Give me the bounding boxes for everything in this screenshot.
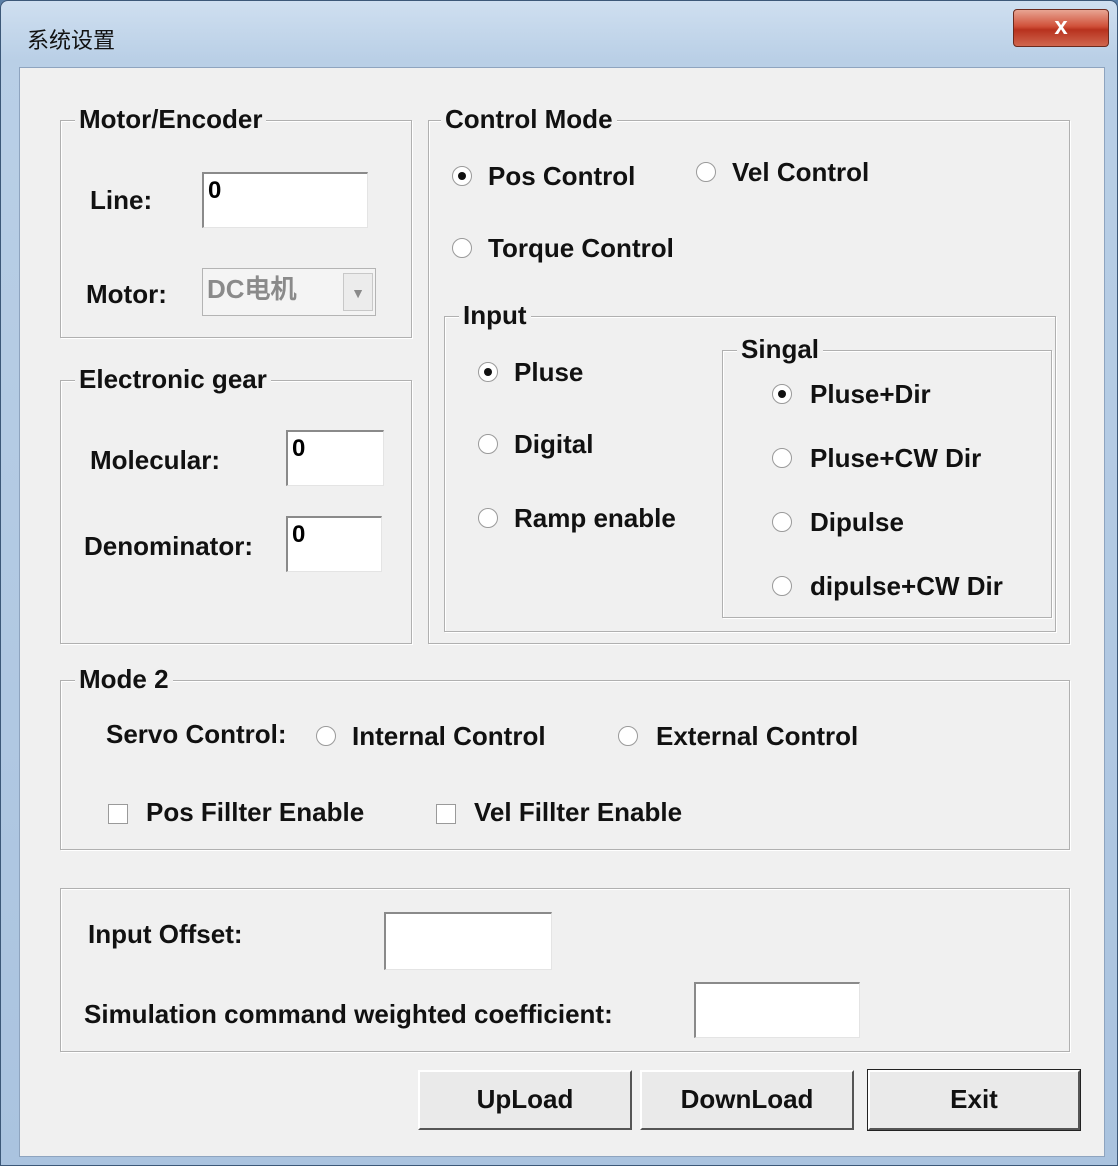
download-button[interactable]: DownLoad: [640, 1070, 854, 1130]
line-input[interactable]: 0: [202, 172, 368, 228]
sim-coefficient-input[interactable]: [694, 982, 860, 1038]
dipulse-cw-dir-radio[interactable]: [772, 576, 792, 596]
close-icon: x: [1054, 13, 1068, 40]
electronic-gear-group: Electronic gear: [60, 363, 412, 644]
vel-filter-label[interactable]: Vel Fillter Enable: [474, 796, 682, 828]
motor-dropdown-button[interactable]: ▼: [343, 273, 373, 311]
pos-filter-checkbox[interactable]: [108, 804, 128, 824]
dipulse-cw-dir-label[interactable]: dipulse+CW Dir: [810, 570, 1003, 602]
pos-control-label[interactable]: Pos Control: [488, 160, 635, 192]
ramp-enable-radio[interactable]: [478, 508, 498, 528]
mode2-legend: Mode 2: [75, 663, 173, 695]
input-offset-input[interactable]: [384, 912, 552, 970]
ramp-enable-label[interactable]: Ramp enable: [514, 502, 676, 534]
torque-control-radio[interactable]: [452, 238, 472, 258]
external-control-label[interactable]: External Control: [656, 720, 858, 752]
electronic-gear-legend: Electronic gear: [75, 363, 271, 395]
dialog-client-area: Motor/Encoder Line: 0 Motor: DC电机 ▼ Elec…: [19, 67, 1105, 1157]
molecular-label: Molecular:: [90, 445, 221, 475]
vel-filter-checkbox[interactable]: [436, 804, 456, 824]
dipulse-label[interactable]: Dipulse: [810, 506, 904, 538]
digital-radio[interactable]: [478, 434, 498, 454]
vel-control-radio[interactable]: [696, 162, 716, 182]
pos-control-radio[interactable]: [452, 166, 472, 186]
torque-control-label[interactable]: Torque Control: [488, 232, 674, 264]
motor-encoder-legend: Motor/Encoder: [75, 103, 267, 135]
signal-legend: Singal: [737, 333, 824, 365]
title-bar[interactable]: 系统设置 x: [1, 1, 1117, 65]
input-legend: Input: [459, 299, 531, 331]
input-offset-label: Input Offset:: [88, 919, 243, 949]
pluse-dir-radio[interactable]: [772, 384, 792, 404]
digital-label[interactable]: Digital: [514, 428, 593, 460]
dipulse-radio[interactable]: [772, 512, 792, 532]
servo-control-label: Servo Control:: [106, 719, 287, 749]
control-mode-legend: Control Mode: [441, 103, 617, 135]
upload-button[interactable]: UpLoad: [418, 1070, 632, 1130]
motor-select-value: DC电机: [207, 274, 297, 304]
pluse-label[interactable]: Pluse: [514, 356, 583, 388]
internal-control-label[interactable]: Internal Control: [352, 720, 546, 752]
sim-coefficient-label: Simulation command weighted coefficient:: [84, 999, 613, 1029]
pluse-cw-dir-label[interactable]: Pluse+CW Dir: [810, 442, 981, 474]
denominator-label: Denominator:: [84, 531, 253, 561]
motor-label: Motor:: [86, 279, 167, 309]
system-settings-window: 系统设置 x Motor/Encoder Line: 0 Motor: DC电机…: [0, 0, 1118, 1166]
line-label: Line:: [90, 185, 153, 215]
vel-control-label[interactable]: Vel Control: [732, 156, 869, 188]
exit-button[interactable]: Exit: [867, 1069, 1081, 1131]
pos-filter-label[interactable]: Pos Fillter Enable: [146, 796, 364, 828]
pluse-radio[interactable]: [478, 362, 498, 382]
pluse-cw-dir-radio[interactable]: [772, 448, 792, 468]
close-button[interactable]: x: [1013, 9, 1109, 47]
internal-control-radio[interactable]: [316, 726, 336, 746]
chevron-down-icon: ▼: [351, 285, 365, 301]
window-title: 系统设置: [27, 28, 116, 53]
denominator-input[interactable]: 0: [286, 516, 382, 572]
molecular-input[interactable]: 0: [286, 430, 384, 486]
pluse-dir-label[interactable]: Pluse+Dir: [810, 378, 931, 410]
motor-select[interactable]: DC电机 ▼: [202, 268, 376, 316]
external-control-radio[interactable]: [618, 726, 638, 746]
